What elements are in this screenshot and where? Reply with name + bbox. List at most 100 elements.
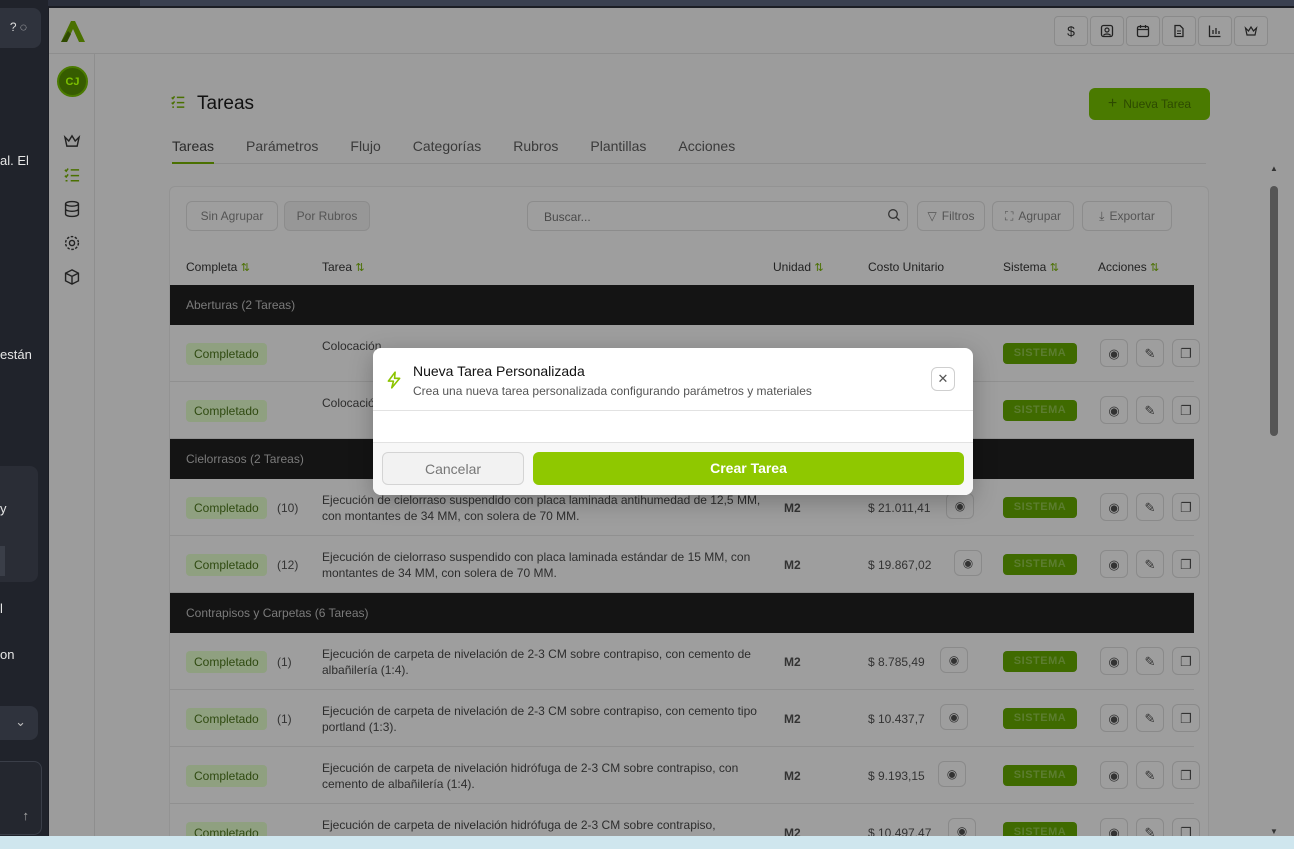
edit-icon[interactable]: ✎ — [1136, 550, 1164, 578]
copy-icon[interactable]: ❐ — [1172, 550, 1200, 578]
copy-icon[interactable]: ❐ — [1172, 339, 1200, 367]
cancel-button[interactable]: Cancelar — [382, 452, 524, 485]
table-row[interactable]: Completado (1) Ejecución de carpeta de niv… — [170, 633, 1200, 690]
group-header[interactable]: Aberturas (2 Tareas) — [170, 285, 1194, 325]
view-icon[interactable]: ◉ — [1100, 818, 1128, 836]
taskbar-strip — [0, 836, 1294, 849]
copy-icon[interactable]: ❐ — [1172, 396, 1200, 424]
tab-acciones[interactable]: Acciones — [678, 138, 735, 164]
tasks-icon[interactable] — [62, 166, 82, 186]
group-button[interactable]: ⛶ Agrupar — [992, 201, 1074, 231]
scroll-down-icon[interactable]: ▼ — [1270, 827, 1278, 836]
export-button[interactable]: ⤓ Exportar — [1082, 201, 1172, 231]
view-icon[interactable]: ◉ — [1100, 550, 1128, 578]
tasks-card: Sin Agrupar Por Rubros Buscar... ▽ Filtro… — [169, 186, 1209, 836]
chat-card: y — [0, 466, 38, 582]
copy-icon[interactable]: ❐ — [1172, 818, 1200, 836]
chart-icon[interactable] — [1198, 16, 1232, 46]
copy-icon[interactable]: ❐ — [1172, 761, 1200, 789]
chat-status-chip[interactable]: ? ◌ — [0, 8, 41, 48]
scroll-up-icon[interactable]: ▲ — [1270, 164, 1278, 173]
new-task-button[interactable]: + Nueva Tarea — [1089, 88, 1210, 120]
group-none-button[interactable]: Sin Agrupar — [186, 201, 278, 231]
send-arrow-icon[interactable]: ↑ — [23, 808, 30, 823]
scrollbar[interactable]: ▲ ▼ — [1267, 158, 1281, 836]
chat-input-box[interactable]: ↑ — [0, 761, 42, 835]
view-cost-icon[interactable]: ◉ — [938, 761, 966, 787]
status-badge: Completado — [186, 343, 267, 365]
tab-tareas[interactable]: Tareas — [172, 138, 215, 164]
view-icon[interactable]: ◉ — [1100, 396, 1128, 424]
view-icon[interactable]: ◉ — [1100, 647, 1128, 675]
view-icon[interactable]: ◉ — [1100, 493, 1128, 521]
col-sistema[interactable]: Sistema ⇅ — [1003, 260, 1059, 274]
status-badge: Completado — [186, 822, 267, 836]
edit-icon[interactable]: ✎ — [1136, 493, 1164, 521]
scroll-thumb[interactable] — [1270, 186, 1278, 436]
search-input[interactable]: Buscar... — [527, 201, 908, 231]
view-cost-icon[interactable]: ◉ — [946, 493, 974, 519]
side-rail: CJ — [49, 54, 95, 836]
task-cost: $ 9.193,15 — [868, 769, 925, 783]
calendar-icon[interactable] — [1126, 16, 1160, 46]
col-acciones[interactable]: Acciones ⇅ — [1098, 260, 1159, 274]
col-costo[interactable]: Costo Unitario — [868, 260, 944, 274]
task-description: Ejecución de carpeta de nivelación de 2-… — [322, 704, 757, 734]
tab-rubros[interactable]: Rubros — [513, 138, 558, 164]
table-row[interactable]: Completado (12) Ejecución de cielorraso su… — [170, 536, 1200, 593]
tab-flujo[interactable]: Flujo — [350, 138, 380, 164]
crown-icon[interactable] — [62, 132, 82, 152]
edit-icon[interactable]: ✎ — [1136, 396, 1164, 424]
chat-snippet-5: on — [0, 647, 15, 662]
edit-icon[interactable]: ✎ — [1136, 339, 1164, 367]
sort-icon: ⇅ — [1049, 262, 1059, 274]
group-rubros-button[interactable]: Por Rubros — [284, 201, 370, 231]
copy-icon[interactable]: ❐ — [1172, 704, 1200, 732]
table-row[interactable]: Completado (1) Ejecución de carpeta de niv… — [170, 690, 1200, 747]
chat-card-input[interactable] — [0, 546, 5, 576]
group-header[interactable]: Contrapisos y Carpetas (6 Tareas) — [170, 593, 1194, 633]
database-icon[interactable] — [62, 200, 82, 220]
crown-icon[interactable] — [1234, 16, 1268, 46]
col-unidad[interactable]: Unidad ⇅ — [773, 260, 824, 274]
chat-select[interactable]: ⌄ — [0, 706, 38, 740]
cube-icon[interactable] — [62, 268, 82, 288]
contact-icon[interactable] — [1090, 16, 1124, 46]
view-cost-icon[interactable]: ◉ — [954, 550, 982, 576]
view-icon[interactable]: ◉ — [1100, 339, 1128, 367]
row-count: (1) — [277, 712, 292, 726]
table-row[interactable]: Completado Ejecución de carpeta de nivela… — [170, 804, 1200, 836]
tab-plantillas[interactable]: Plantillas — [590, 138, 646, 164]
view-cost-icon[interactable]: ◉ — [948, 818, 976, 836]
tab-categorias[interactable]: Categorías — [413, 138, 481, 164]
dialog-body — [373, 411, 973, 443]
plus-icon: + — [1107, 95, 1118, 112]
edit-icon[interactable]: ✎ — [1136, 647, 1164, 675]
edit-icon[interactable]: ✎ — [1136, 761, 1164, 789]
document-icon[interactable] — [1162, 16, 1196, 46]
settings-icon[interactable] — [62, 234, 82, 254]
edit-icon[interactable]: ✎ — [1136, 818, 1164, 836]
close-icon[interactable]: ✕ — [931, 367, 955, 391]
app-logo-icon[interactable] — [58, 17, 86, 45]
view-cost-icon[interactable]: ◉ — [940, 647, 968, 673]
view-icon[interactable]: ◉ — [1100, 761, 1128, 789]
filters-button[interactable]: ▽ Filtros — [917, 201, 985, 231]
table-row[interactable]: Completado Ejecución de carpeta de nivela… — [170, 747, 1200, 804]
col-completa-label: Completa — [186, 260, 238, 274]
dollar-icon[interactable]: $ — [1054, 16, 1088, 46]
copy-icon[interactable]: ❐ — [1172, 647, 1200, 675]
tab-parametros[interactable]: Parámetros — [246, 138, 318, 164]
copy-icon[interactable]: ❐ — [1172, 493, 1200, 521]
search-icon[interactable] — [887, 208, 901, 225]
left-chat-panel: ? ◌ al. El están y l on ⌄ ↑ — [0, 0, 48, 836]
col-tarea[interactable]: Tarea ⇅ — [322, 260, 365, 274]
avatar[interactable]: CJ — [57, 66, 88, 97]
create-task-button[interactable]: Crear Tarea — [533, 452, 964, 485]
view-icon[interactable]: ◉ — [1100, 704, 1128, 732]
view-cost-icon[interactable]: ◉ — [940, 704, 968, 730]
sort-icon: ⇅ — [355, 262, 365, 274]
col-completa[interactable]: Completa ⇅ — [186, 260, 250, 274]
new-task-dialog: Nueva Tarea Personalizada Crea una nueva… — [373, 348, 973, 495]
edit-icon[interactable]: ✎ — [1136, 704, 1164, 732]
